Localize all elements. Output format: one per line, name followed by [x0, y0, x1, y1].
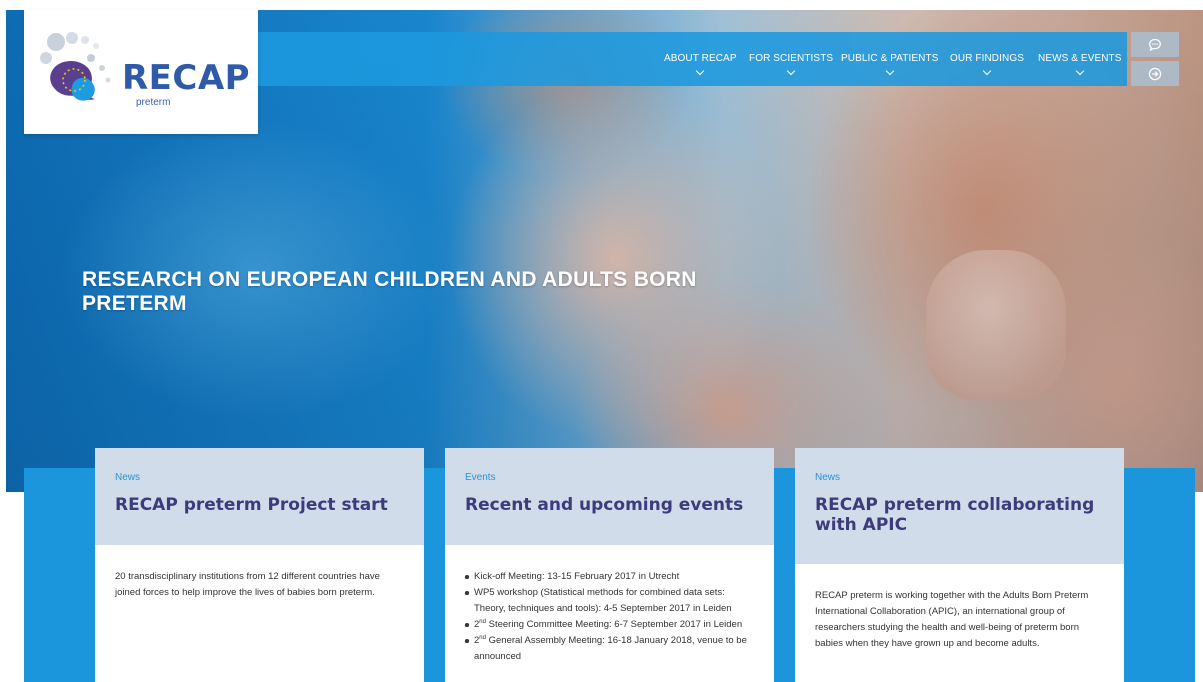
nav-label: NEWS & EVENTS: [1038, 53, 1122, 64]
site-logo[interactable]: RECAP preterm: [24, 10, 258, 134]
news-card-project-start[interactable]: News RECAP preterm Project start 20 tran…: [95, 448, 424, 682]
events-list: Kick-off Meeting: 13-15 February 2017 in…: [465, 569, 754, 665]
card-category: News: [815, 472, 841, 483]
hero-title: RESEARCH ON EUROPEAN CHILDREN AND ADULTS…: [82, 268, 697, 315]
nav-for-scientists[interactable]: FOR SCIENTISTS: [749, 53, 834, 76]
events-card[interactable]: Events Recent and upcoming events Kick-o…: [445, 448, 774, 682]
nav-our-findings[interactable]: OUR FINDINGS: [950, 53, 1024, 76]
nav-label: ABOUT RECAP: [664, 53, 737, 64]
card-header: Events Recent and upcoming events: [445, 448, 774, 545]
nav-about-recap[interactable]: ABOUT RECAP: [664, 53, 737, 76]
nav-news-events[interactable]: NEWS & EVENTS: [1038, 53, 1122, 76]
list-item: Kick-off Meeting: 13-15 February 2017 in…: [465, 569, 754, 585]
card-header: News RECAP preterm Project start: [95, 448, 424, 545]
list-item: 2nd General Assembly Meeting: 16-18 Janu…: [465, 633, 754, 665]
card-title[interactable]: Recent and upcoming events: [465, 495, 754, 515]
page: RESEARCH ON EUROPEAN CHILDREN AND ADULTS…: [0, 0, 1203, 682]
recap-logo-icon: [40, 32, 111, 101]
chevron-down-icon: [885, 66, 894, 76]
card-text: 20 transdisciplinary institutions from 1…: [115, 571, 380, 598]
chevron-down-icon: [786, 66, 796, 76]
card-body: Kick-off Meeting: 13-15 February 2017 in…: [445, 545, 774, 665]
chat-bubble-icon: [1149, 38, 1161, 51]
card-title[interactable]: RECAP preterm Project start: [115, 495, 404, 515]
chevron-down-icon: [1075, 66, 1085, 76]
chevron-down-icon: [696, 66, 705, 76]
login-button[interactable]: [1131, 61, 1179, 86]
list-item: WP5 workshop (Statistical methods for co…: [465, 585, 754, 617]
login-arrow-icon: [1148, 67, 1162, 80]
card-header: News RECAP preterm collaborating with AP…: [795, 448, 1124, 564]
card-title[interactable]: RECAP preterm collaborating with APIC: [815, 495, 1104, 535]
nav-public-patients[interactable]: PUBLIC & PATIENTS: [841, 53, 939, 76]
card-category: Events: [465, 472, 496, 483]
logo-wordmark: RECAP: [122, 58, 251, 98]
list-item: 2nd Steering Committee Meeting: 6-7 Sept…: [465, 617, 754, 633]
main-navbar: ABOUT RECAP FOR SCIENTISTS PUBLIC & PATI…: [258, 32, 1127, 86]
card-body: 20 transdisciplinary institutions from 1…: [95, 545, 424, 601]
card-category: News: [115, 472, 141, 483]
news-card-apic[interactable]: News RECAP preterm collaborating with AP…: [795, 448, 1124, 682]
card-body: RECAP preterm is working together with t…: [795, 564, 1124, 652]
nav-label: FOR SCIENTISTS: [749, 53, 834, 64]
nav-label: PUBLIC & PATIENTS: [841, 53, 939, 64]
nav-label: OUR FINDINGS: [950, 53, 1024, 64]
logo-subtitle: preterm: [136, 97, 171, 108]
contact-button[interactable]: [1131, 32, 1179, 57]
chevron-down-icon: [982, 66, 992, 76]
card-text: RECAP preterm is working together with t…: [815, 590, 1089, 649]
